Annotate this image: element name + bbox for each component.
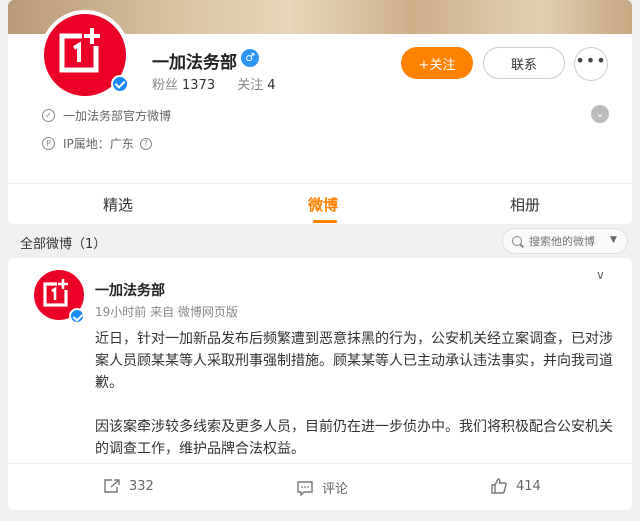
expand-chevron-icon[interactable]: ⌄ — [591, 105, 609, 123]
search-icon — [512, 236, 522, 246]
repost-count: 332 — [129, 478, 154, 494]
post-paragraph: 近日，针对一加新品发布后频繁遭到恶意抹黑的行为，公安机关经立案调查，已对涉案人员… — [95, 331, 613, 391]
tab-featured[interactable]: 精选 — [103, 194, 133, 215]
comment-button[interactable]: 评论 — [296, 478, 348, 497]
verified-badge-icon — [111, 75, 129, 93]
active-tab-indicator — [313, 220, 337, 223]
profile-tabs: 精选 微博 相册 — [8, 183, 632, 224]
comment-label: 评论 — [322, 482, 349, 497]
post-body: 近日，针对一加新品发布后频繁遭到恶意抹黑的行为，公安机关经立案调查，已对涉案人员… — [95, 328, 615, 482]
follow-button[interactable]: +关注 — [401, 47, 473, 79]
filter-row: 全部微博（1） ▼ — [0, 224, 640, 258]
contact-button[interactable]: 联系 — [483, 47, 565, 79]
follow-count[interactable]: 4 — [267, 78, 275, 93]
gender-male-icon: ♂ — [241, 49, 259, 67]
like-button[interactable]: 414 — [490, 478, 541, 494]
post-meta: 19小时前 来自 微博网页版 — [95, 305, 238, 319]
ip-location: IP属地：广东 — [63, 137, 134, 151]
chevron-down-icon[interactable]: ∨ — [596, 268, 605, 282]
repost-button[interactable]: 332 — [103, 478, 154, 494]
dropdown-arrow-icon[interactable]: ▼ — [610, 235, 617, 245]
thumbs-up-icon — [491, 478, 507, 494]
repost-icon — [104, 479, 120, 493]
profile-stats: 粉丝 1373 关注 4 — [152, 74, 276, 93]
official-desc: 一加法务部官方微博 — [63, 109, 172, 123]
post-author[interactable]: 一加法务部 — [95, 280, 165, 300]
all-posts-label: 全部微博（1） — [20, 237, 107, 252]
post-card: 一加法务部 19小时前 来自 微博网页版 ∨ 近日，针对一加新品发布后频繁遭到恶… — [8, 258, 632, 510]
location-icon: P — [42, 137, 55, 150]
more-button[interactable]: ••• — [574, 47, 608, 81]
post-paragraph: 因该案牵涉较多线索及更多人员，目前仍在进一步侦办中。我们将积极配合公安机关的调查… — [95, 419, 613, 457]
official-desc-line: ✓ 一加法务部官方微博 — [42, 107, 171, 124]
tab-weibo[interactable]: 微博 — [308, 194, 338, 215]
like-count: 414 — [516, 478, 541, 494]
ip-location-line: P IP属地：广东 ? — [42, 135, 152, 152]
verified-badge-icon — [69, 308, 85, 324]
tab-album[interactable]: 相册 — [510, 194, 540, 215]
follow-label[interactable]: 关注 — [237, 78, 263, 93]
help-icon[interactable]: ? — [139, 137, 152, 150]
fans-label[interactable]: 粉丝 — [152, 78, 178, 93]
profile-name: 一加法务部 — [152, 53, 237, 73]
fans-count[interactable]: 1373 — [182, 78, 215, 93]
profile-card: 一加法务部 ♂ 粉丝 1373 关注 4 +关注 联系 ••• ✓ 一加法务部官方微… — [8, 0, 632, 224]
comment-icon — [297, 480, 313, 496]
post-actions: 332 评论 414 — [8, 463, 632, 508]
shield-icon: ✓ — [42, 109, 55, 122]
